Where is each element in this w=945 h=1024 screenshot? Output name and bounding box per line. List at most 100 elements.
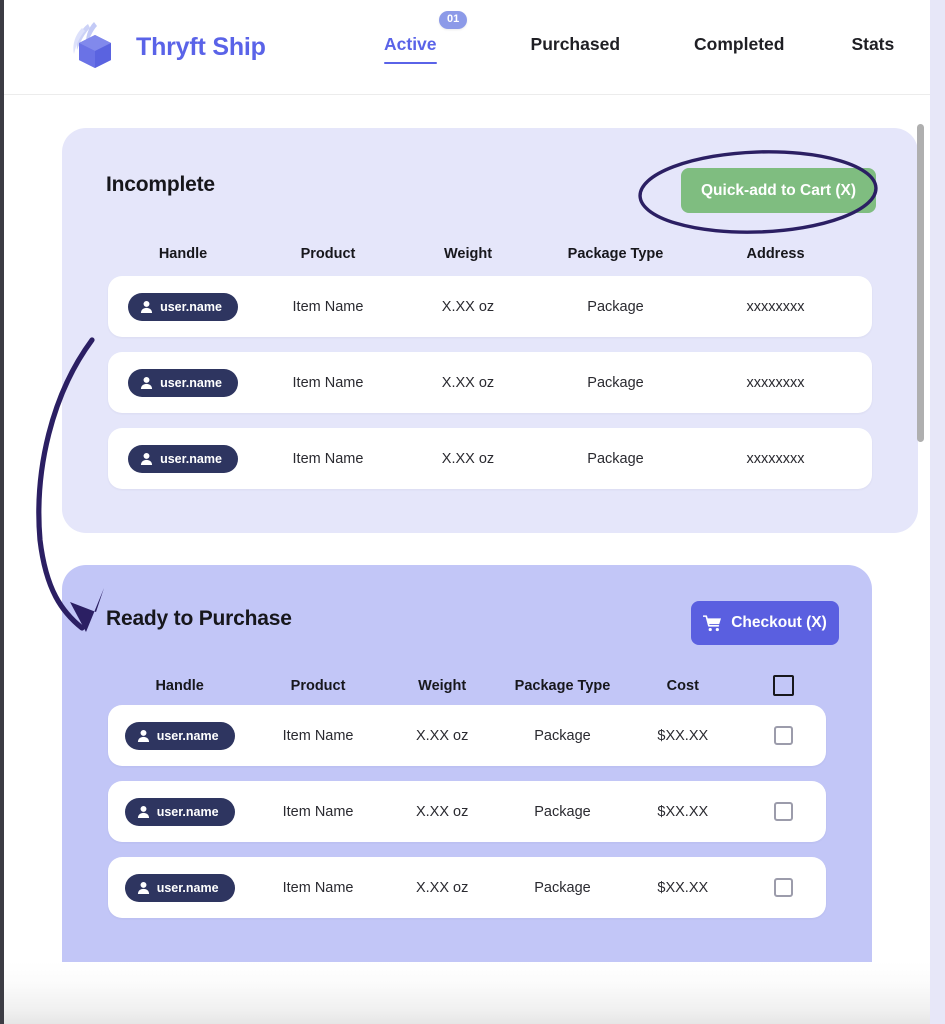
handle-text: user.name xyxy=(156,880,219,895)
column-header-package-type: Package Type xyxy=(567,246,664,262)
column-header-handle: Handle xyxy=(155,677,204,694)
incomplete-table-header: Handle Product Weight Package Type Addre… xyxy=(62,246,918,262)
row-weight-cell: X.XX oz xyxy=(441,450,495,467)
ready-table-rows: user.name Item Name X.XX oz Package $XX.… xyxy=(62,705,872,933)
left-edge-border xyxy=(0,0,4,1024)
app-window: Thryft Ship Active 01 Purchased Complete… xyxy=(0,0,945,1024)
ready-to-purchase-title: Ready to Purchase xyxy=(106,607,292,630)
row-handle-cell: user.name xyxy=(108,292,258,321)
checkout-button[interactable]: Checkout (X) xyxy=(691,601,839,645)
handle-text: user.name xyxy=(156,728,219,743)
row-cost-cell: $XX.XX xyxy=(657,879,709,896)
handle-text: user.name xyxy=(156,804,219,819)
row-weight-cell: X.XX oz xyxy=(415,803,469,820)
row-weight-cell: X.XX oz xyxy=(441,374,495,391)
row-handle-cell: user.name xyxy=(108,873,251,902)
handle-pill[interactable]: user.name xyxy=(124,873,235,902)
incomplete-header: Incomplete Quick-add to Cart (X) xyxy=(62,128,918,236)
row-package-type-cell: Package xyxy=(587,450,644,467)
table-row[interactable]: user.name Item Name X.XX oz Package xxxx… xyxy=(108,352,872,413)
handle-text: user.name xyxy=(160,299,222,314)
row-checkbox[interactable] xyxy=(773,726,793,745)
handle-pill[interactable]: user.name xyxy=(124,797,235,826)
nav-item-completed-label: Completed xyxy=(694,34,785,54)
handle-pill[interactable]: user.name xyxy=(124,721,235,750)
row-product-cell: Item Name xyxy=(282,879,354,896)
row-package-type-cell: Package xyxy=(587,298,644,315)
handle-text: user.name xyxy=(160,375,222,390)
row-handle-cell: user.name xyxy=(108,368,258,397)
nav-active-badge: 01 xyxy=(439,11,468,29)
column-header-weight: Weight xyxy=(418,677,467,694)
incomplete-title: Incomplete xyxy=(106,173,215,196)
row-package-type-cell: Package xyxy=(534,727,591,744)
person-icon xyxy=(137,729,149,742)
scrollbar-thumb[interactable] xyxy=(917,124,924,442)
nav-item-purchased-label: Purchased xyxy=(530,34,621,54)
brand[interactable]: Thryft Ship xyxy=(66,18,266,76)
row-package-type-cell: Package xyxy=(587,374,644,391)
brand-name: Thryft Ship xyxy=(136,32,266,61)
person-icon xyxy=(141,452,153,465)
quick-add-to-cart-button[interactable]: Quick-add to Cart (X) xyxy=(681,168,876,213)
nav-links: Active 01 Purchased Completed Stats xyxy=(384,11,894,64)
incomplete-section: Incomplete Quick-add to Cart (X) Handle … xyxy=(62,128,918,533)
row-package-type-cell: Package xyxy=(534,803,591,820)
row-cost-cell: $XX.XX xyxy=(657,803,709,820)
table-row[interactable]: user.name Item Name X.XX oz Package $XX.… xyxy=(108,857,826,918)
ready-to-purchase-section: Ready to Purchase Checkout (X) Handle Pr… xyxy=(62,565,872,1005)
row-handle-cell: user.name xyxy=(108,444,258,473)
row-address-cell: xxxxxxxx xyxy=(746,298,805,315)
person-icon xyxy=(141,300,153,313)
row-product-cell: Item Name xyxy=(282,727,354,744)
table-row[interactable]: user.name Item Name X.XX oz Package xxxx… xyxy=(108,428,872,489)
bottom-fade xyxy=(4,962,930,1024)
row-weight-cell: X.XX oz xyxy=(415,727,469,744)
column-header-package-type: Package Type xyxy=(514,677,611,694)
column-header-weight: Weight xyxy=(443,246,493,262)
row-address-cell: xxxxxxxx xyxy=(746,450,805,467)
nav-item-purchased[interactable]: Purchased xyxy=(531,34,620,55)
table-row[interactable]: user.name Item Name X.XX oz Package $XX.… xyxy=(108,705,826,766)
handle-pill[interactable]: user.name xyxy=(128,444,238,473)
incomplete-table-rows: user.name Item Name X.XX oz Package xxxx… xyxy=(62,276,918,504)
select-all-checkbox[interactable] xyxy=(772,675,794,696)
handle-pill[interactable]: user.name xyxy=(128,292,238,321)
row-product-cell: Item Name xyxy=(292,298,364,315)
column-header-product: Product xyxy=(290,677,346,694)
handle-pill[interactable]: user.name xyxy=(128,368,238,397)
ready-to-purchase-header: Ready to Purchase Checkout (X) xyxy=(62,565,872,673)
column-header-product: Product xyxy=(300,246,356,262)
nav-item-active[interactable]: Active 01 xyxy=(384,11,468,64)
column-header-address: Address xyxy=(746,246,805,262)
vertical-scrollbar[interactable] xyxy=(912,96,924,964)
row-select-cell xyxy=(740,802,826,821)
row-cost-cell: $XX.XX xyxy=(657,727,709,744)
column-header-select-all xyxy=(740,675,826,696)
handle-text: user.name xyxy=(160,451,222,466)
ready-table-header: Handle Product Weight Package Type Cost xyxy=(62,675,872,696)
nav-active-underline xyxy=(384,61,437,64)
nav-item-stats-label: Stats xyxy=(851,34,895,54)
row-checkbox[interactable] xyxy=(773,802,793,821)
row-address-cell: xxxxxxxx xyxy=(746,374,805,391)
table-row[interactable]: user.name Item Name X.XX oz Package xxxx… xyxy=(108,276,872,337)
right-edge-strip xyxy=(930,0,945,1024)
nav-item-stats[interactable]: Stats xyxy=(851,34,894,55)
quick-add-to-cart-label: Quick-add to Cart (X) xyxy=(700,181,856,199)
row-package-type-cell: Package xyxy=(534,879,591,896)
nav-item-completed[interactable]: Completed xyxy=(694,34,784,55)
content-scroll-area[interactable]: Incomplete Quick-add to Cart (X) Handle … xyxy=(4,96,930,1024)
person-icon xyxy=(141,376,153,389)
row-handle-cell: user.name xyxy=(108,721,251,750)
top-navigation-bar: Thryft Ship Active 01 Purchased Complete… xyxy=(4,0,930,95)
row-select-cell xyxy=(740,726,826,745)
row-checkbox[interactable] xyxy=(773,878,793,897)
row-product-cell: Item Name xyxy=(292,374,364,391)
nav-item-active-label: Active xyxy=(384,34,437,54)
row-handle-cell: user.name xyxy=(108,797,251,826)
table-row[interactable]: user.name Item Name X.XX oz Package $XX.… xyxy=(108,781,826,842)
person-icon xyxy=(137,881,149,894)
column-header-handle: Handle xyxy=(158,246,208,262)
column-header-cost: Cost xyxy=(666,677,699,694)
